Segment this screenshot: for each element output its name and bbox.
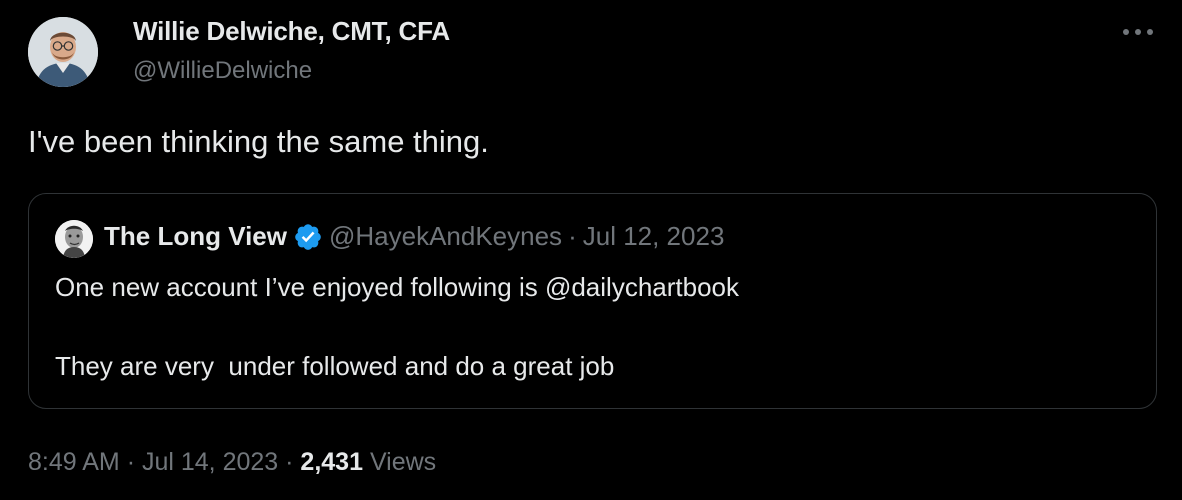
more-options-button[interactable]: [1118, 18, 1158, 46]
quoted-tweet-date[interactable]: Jul 12, 2023: [583, 221, 725, 252]
quoted-tweet-text-line2: They are very under followed and do a gr…: [55, 351, 615, 381]
separator-dot: ·: [568, 221, 577, 251]
views-count[interactable]: 2,431: [300, 448, 363, 476]
quoted-tweet-text-line1: One new account I’ve enjoyed following i…: [55, 272, 739, 302]
separator-dot: ·: [126, 448, 136, 476]
verified-badge-icon: [295, 223, 321, 250]
tweet-time[interactable]: 8:49 AM: [28, 448, 120, 476]
quoted-author-name[interactable]: The Long View: [104, 221, 287, 252]
more-horizontal-icon: [1123, 29, 1153, 35]
quoted-tweet-card[interactable]: The Long View @HayekAndKeynes · Jul 12, …: [28, 193, 1157, 409]
quoted-tweet-header: The Long View @HayekAndKeynes · Jul 12, …: [104, 221, 724, 252]
author-avatar-image: [28, 17, 98, 87]
tweet-meta: 8:49 AM · Jul 14, 2023 · 2,431 Views: [28, 448, 436, 477]
author-avatar[interactable]: [28, 17, 98, 87]
quoted-author-handle[interactable]: @HayekAndKeynes: [329, 221, 562, 252]
separator-dot: ·: [285, 448, 294, 476]
tweet-date[interactable]: Jul 14, 2023: [142, 448, 278, 476]
tweet-text: I've been thinking the same thing.: [28, 124, 489, 159]
quoted-avatar-image: [55, 220, 93, 258]
views-label: Views: [369, 448, 437, 476]
author-name[interactable]: Willie Delwiche, CMT, CFA: [133, 16, 450, 47]
quoted-author-avatar: [55, 220, 93, 258]
author-handle[interactable]: @WillieDelwiche: [133, 57, 312, 85]
